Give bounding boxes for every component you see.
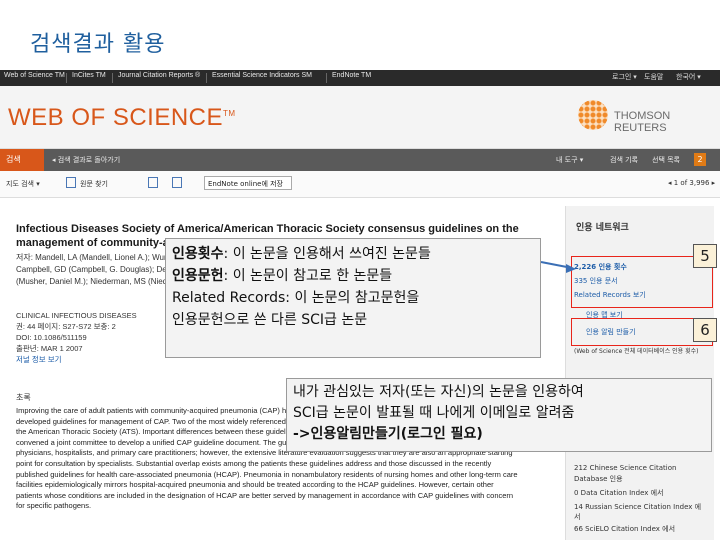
- nav-link-esi[interactable]: Essential Science Indicators SM: [212, 72, 312, 79]
- brand-bar: WEB OF SCIENCETM THOMSON REUTERS: [0, 86, 720, 149]
- citation-explanation-callout: 인용횟수: 이 논문을 인용해서 쓰여진 논문들 인용문헌: 이 논문이 참고로…: [165, 238, 541, 358]
- nav-separator: [66, 73, 67, 83]
- slide-title: 검색결과 활용: [30, 32, 166, 57]
- top-nav-bar: Web of Science TM InCites TM Journal Cit…: [0, 70, 720, 86]
- login-menu[interactable]: 로그인 ▾: [612, 72, 637, 82]
- my-tools-menu[interactable]: 내 도구 ▾: [556, 155, 583, 165]
- email-icon[interactable]: [172, 177, 182, 188]
- marked-list-link[interactable]: 선택 목록: [652, 155, 680, 165]
- citation-alert-callout: 내가 관심있는 저자(또는 자신)의 논문을 인용하여 SCI급 논문이 발표될…: [286, 378, 712, 452]
- citation-network-title: 인용 네트워크: [576, 223, 629, 233]
- callout-line: 인용횟수: 이 논문을 인용해서 쓰여진 논문들: [172, 246, 431, 262]
- callout-number-5: 5: [693, 244, 717, 268]
- search-tab[interactable]: 검색: [0, 149, 44, 171]
- wos-logo[interactable]: WEB OF SCIENCETM: [8, 104, 236, 132]
- full-text-dropdown[interactable]: 지도 검색 ▾: [6, 179, 40, 189]
- help-link[interactable]: 도움말: [644, 72, 663, 82]
- nav-link-jcr[interactable]: Journal Citation Reports ®: [118, 72, 200, 79]
- save-to-select[interactable]: EndNote online에 저장: [204, 176, 292, 190]
- db-citation-line[interactable]: 0 Data Citation Index 에서: [574, 488, 706, 498]
- publisher-name: THOMSON REUTERS: [614, 110, 671, 134]
- nav-separator: [206, 73, 207, 83]
- callout-line: SCI급 논문이 발표될 때 나에게 이메일로 알려줌: [293, 405, 575, 421]
- document-icon: [66, 177, 76, 188]
- abstract-line: for specific pathogens.: [16, 501, 92, 511]
- search-history-link[interactable]: 검색 기록: [610, 155, 638, 165]
- abstract-line: patients whose conditions are included i…: [16, 490, 514, 500]
- marked-list-count: 2: [694, 153, 706, 166]
- thomson-reuters-logo-icon: [578, 100, 608, 130]
- citation-alert-highlight: [571, 318, 713, 346]
- citation-counts-highlight: [571, 256, 713, 308]
- record-toolbar: 지도 검색 ▾ 원문 찾기 EndNote online에 저장 ◂ 1 of …: [0, 171, 720, 198]
- callout-line: 내가 관심있는 저자(또는 자신)의 논문을 인용하여: [293, 384, 584, 400]
- abstract-heading: 초록: [16, 393, 31, 402]
- nav-separator: [112, 73, 113, 83]
- abstract-line: point for consultation by specialists. S…: [16, 458, 492, 468]
- nav-link-wos[interactable]: Web of Science TM: [4, 72, 65, 79]
- db-citation-line[interactable]: 서: [574, 512, 706, 522]
- secondary-nav-bar: 검색 ◂ 검색 결과로 돌아가기 내 도구 ▾ 검색 기록 선택 목록 2: [0, 149, 720, 171]
- nav-link-endnote[interactable]: EndNote TM: [332, 72, 371, 79]
- record-pager[interactable]: ◂ 1 of 3,996 ▸: [668, 179, 715, 187]
- callout-number-6: 6: [693, 318, 717, 342]
- abstract-line: published guidelines for health care-ass…: [16, 469, 518, 479]
- callout-line: ->인용알림만들기(로그인 필요): [293, 426, 483, 442]
- db-citation-line[interactable]: 14 Russian Science Citation Index 에: [574, 502, 706, 512]
- nav-separator: [326, 73, 327, 83]
- callout-line: Related Records: 이 논문의 참고문헌을: [172, 290, 420, 306]
- save-icon[interactable]: [148, 177, 158, 188]
- language-menu[interactable]: 한국어 ▾: [676, 72, 701, 82]
- back-to-results-link[interactable]: ◂ 검색 결과로 돌아가기: [52, 155, 120, 165]
- callout-line: 인용문헌으로 쓴 다른 SCI급 논문: [172, 312, 368, 328]
- callout-line: 인용문헌: 이 논문이 참고로 한 논문들: [172, 268, 393, 284]
- db-citation-line[interactable]: Database 인용: [574, 474, 706, 484]
- db-citation-line[interactable]: 212 Chinese Science Citation: [574, 464, 706, 472]
- find-full-text-link[interactable]: 원문 찾기: [80, 179, 108, 189]
- nav-link-incites[interactable]: InCites TM: [72, 72, 106, 79]
- db-citation-line[interactable]: 66 SciELO Citation Index 에서: [574, 524, 706, 534]
- abstract-line: facilities epidemiologically mirrors hos…: [16, 480, 494, 490]
- alert-note: (Web of Science 전체 데이터베이스 인용 횟수): [574, 348, 699, 355]
